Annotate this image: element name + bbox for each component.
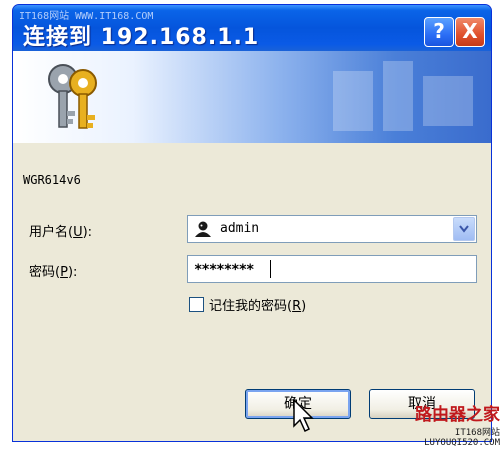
help-icon: ?: [433, 19, 445, 43]
dialog-body: WGR614v6 用户名(U): admin 密码(P): ******** 记…: [13, 143, 491, 441]
dropdown-button[interactable]: [453, 217, 475, 241]
username-combobox[interactable]: admin: [187, 215, 477, 243]
user-icon: [195, 221, 211, 237]
password-label: 密码(P):: [29, 265, 78, 280]
chevron-down-icon: [459, 225, 469, 233]
dialog-title: 连接到 192.168.1.1: [23, 25, 260, 50]
close-button[interactable]: X: [455, 17, 485, 47]
realm-text: WGR614v6: [23, 173, 81, 187]
title-bar[interactable]: IT168网站 WWW.IT168.COM 连接到 192.168.1.1 ? …: [13, 5, 491, 51]
text-caret: [270, 260, 271, 278]
mouse-cursor-icon: [293, 398, 314, 433]
banner: [13, 51, 491, 143]
site-watermark: 路由器之家 IT168网站 LUYOUQI520.COM: [390, 400, 500, 450]
password-value: ********: [194, 262, 254, 278]
keys-icon: [48, 64, 97, 129]
remember-label: 记住我的密码(R): [209, 299, 307, 314]
key-watermark-graphic: [333, 61, 473, 131]
username-label: 用户名(U):: [29, 225, 93, 240]
login-dialog: IT168网站 WWW.IT168.COM 连接到 192.168.1.1 ? …: [12, 4, 492, 442]
remember-checkbox[interactable]: [189, 297, 204, 312]
username-value: admin: [220, 221, 260, 236]
password-field[interactable]: ********: [187, 255, 477, 283]
watermark-url: IT168网站 LUYOUQI520.COM: [424, 428, 500, 448]
watermark-logo: 路由器之家: [415, 405, 500, 425]
close-icon: X: [462, 19, 478, 43]
help-button[interactable]: ?: [424, 17, 454, 47]
